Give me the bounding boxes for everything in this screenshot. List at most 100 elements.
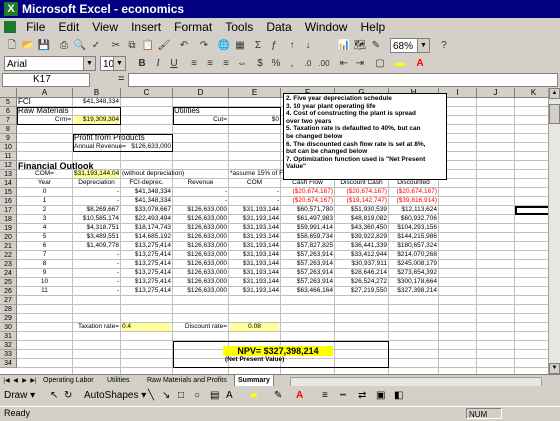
draw-font-color-icon[interactable]: A [296,389,303,403]
redo-icon[interactable]: ↷ [196,38,212,54]
zoom-select[interactable]: 68% ▼ [390,38,430,53]
menu-window[interactable]: Window [300,18,353,36]
row-header-9[interactable]: 9 [0,134,17,143]
decrease-indent-icon[interactable]: ⇤ [336,56,352,72]
font-select[interactable]: Arial ▼ [4,56,96,71]
column-header-e[interactable]: E [229,88,281,98]
cut-icon[interactable]: ✂ [108,38,124,54]
select-all-corner[interactable] [0,88,17,98]
sort-descending-icon[interactable]: ↓ [300,38,316,54]
select-objects-icon[interactable]: ↖ [50,389,58,403]
row-header-5[interactable]: 5 [0,98,17,107]
row-header-22[interactable]: 22 [0,251,17,260]
fill-bucket-icon[interactable]: ▰ [250,389,258,403]
chevron-down-icon[interactable]: ▼ [417,39,429,52]
shadow-icon[interactable]: ▣ [376,389,385,403]
row-header-7[interactable]: 7 [0,116,17,125]
font-size-select[interactable]: 10 ▼ [100,56,126,71]
row-header-12[interactable]: 12 [0,161,17,170]
scroll-down-icon[interactable]: ▼ [549,363,560,374]
copy-icon[interactable]: ⧉ [124,38,140,54]
decrease-decimal-icon[interactable]: .00 [316,56,332,72]
save-icon[interactable]: 💾 [36,38,52,54]
last-sheet-icon[interactable]: ▶| [29,376,38,386]
tab-raw-materials[interactable]: Raw Materials and Profits [144,375,230,386]
italic-icon[interactable]: I [150,56,166,72]
first-sheet-icon[interactable]: |◀ [2,376,11,386]
column-header-j[interactable]: J [477,88,515,98]
increase-indent-icon[interactable]: ⇥ [352,56,368,72]
currency-icon[interactable]: $ [252,56,268,72]
chart-wizard-icon[interactable]: 📊 [336,38,352,54]
row-header-8[interactable]: 8 [0,125,17,134]
formula-equals[interactable]: = [118,73,124,85]
row-header-27[interactable]: 27 [0,296,17,305]
row-header-34[interactable]: 34 [0,359,17,368]
formula-input[interactable] [128,73,558,87]
format-painter-icon[interactable]: 🖌 [156,38,172,54]
row-header-26[interactable]: 26 [0,287,17,296]
row-header-24[interactable]: 24 [0,269,17,278]
vertical-scrollbar[interactable]: ▲ ▼ [548,88,560,374]
paste-icon[interactable]: 📋 [140,38,156,54]
undo-icon[interactable]: ↶ [176,38,192,54]
worksheet-grid[interactable]: ABCDEFGHIJKL5678910111213141516171819202… [0,88,548,374]
sort-ascending-icon[interactable]: ↑ [284,38,300,54]
menu-view[interactable]: View [87,18,123,36]
row-header-17[interactable]: 17 [0,206,17,215]
row-header-11[interactable]: 11 [0,152,17,161]
row-header-28[interactable]: 28 [0,305,17,314]
wordart-icon[interactable]: A [226,389,233,403]
notes-textbox[interactable]: 2. Five year depreciation schedule 3. 10 … [283,93,447,180]
row-header-25[interactable]: 25 [0,278,17,287]
textbox-icon[interactable]: ▤ [210,389,219,403]
line-icon[interactable]: ╲ [148,389,154,403]
line-style-icon[interactable]: ≡ [322,389,328,403]
discount-rate-value[interactable]: 0.08 [230,323,279,331]
free-rotate-icon[interactable]: ↻ [64,389,72,403]
arrow-style-icon[interactable]: ⇄ [358,389,366,403]
next-sheet-icon[interactable]: ▶ [20,376,29,386]
row-header-13[interactable]: 13 [0,170,17,179]
tab-operating-labor[interactable]: Operating Labor [40,375,97,386]
prev-sheet-icon[interactable]: ◀ [11,376,20,386]
preview-icon[interactable]: 🔍 [72,38,88,54]
hyperlink-icon[interactable]: 🌐 [216,38,232,54]
row-header-20[interactable]: 20 [0,233,17,242]
menu-data[interactable]: Data [261,18,296,36]
chevron-down-icon[interactable]: ▼ [113,57,125,70]
row-header-29[interactable]: 29 [0,314,17,323]
taxation-rate-value[interactable]: 0.4 [122,323,171,331]
print-icon[interactable]: ⎙ [56,38,72,54]
row-header-23[interactable]: 23 [0,260,17,269]
rectangle-icon[interactable]: □ [178,389,184,403]
row-header-31[interactable]: 31 [0,332,17,341]
column-header-d[interactable]: D [173,88,229,98]
row-header-6[interactable]: 6 [0,107,17,116]
font-color-icon[interactable]: A [412,56,428,72]
merge-center-icon[interactable]: ⇔ [234,56,250,72]
increase-decimal-icon[interactable]: .0 [300,56,316,72]
underline-icon[interactable]: U [166,56,182,72]
scroll-thumb[interactable] [549,104,560,124]
open-icon[interactable]: 📂 [20,38,36,54]
menu-file[interactable]: File [21,18,50,36]
3d-icon[interactable]: ◧ [394,389,403,403]
row-header-21[interactable]: 21 [0,242,17,251]
menu-format[interactable]: Format [169,18,217,36]
draw-menu[interactable]: Draw ▾ [4,389,35,403]
menu-tools[interactable]: Tools [220,18,258,36]
row-header-32[interactable]: 32 [0,341,17,350]
percent-icon[interactable]: % [268,56,284,72]
menu-edit[interactable]: Edit [53,18,84,36]
name-box[interactable]: K17 [2,73,90,87]
row-header-30[interactable]: 30 [0,323,17,332]
row-header-19[interactable]: 19 [0,224,17,233]
autosum-icon[interactable]: Σ [250,38,266,54]
row-header-10[interactable]: 10 [0,143,17,152]
oval-icon[interactable]: ○ [194,389,200,403]
borders-icon[interactable]: ▢ [372,56,388,72]
autoshapes-menu[interactable]: AutoShapes ▾ [84,389,146,403]
comma-style-icon[interactable]: , [284,56,300,72]
align-center-icon[interactable]: ≡ [202,56,218,72]
